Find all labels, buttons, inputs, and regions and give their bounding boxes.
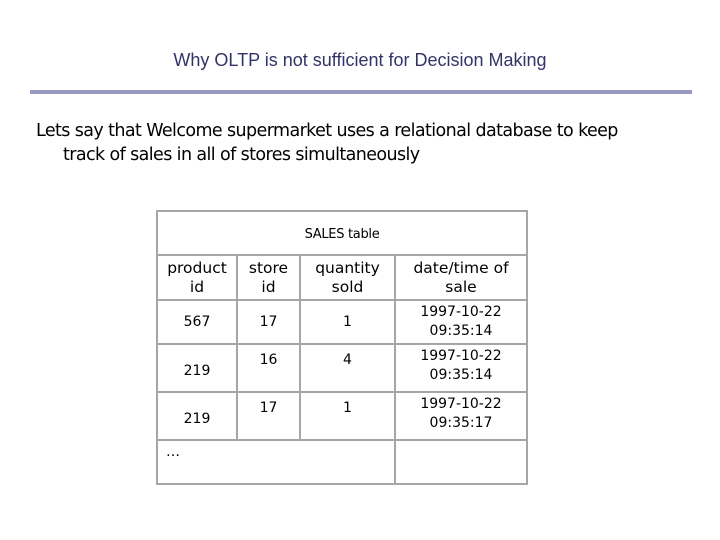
cell-date: 1997-10-22 (420, 348, 502, 364)
header-text: sold (331, 278, 364, 296)
empty-cell (394, 439, 528, 485)
cell-store-id: 17 (236, 299, 301, 345)
table-caption-row: SALES table (156, 210, 528, 256)
cell-quantity-sold: 4 (299, 343, 396, 393)
ellipsis-cell: … (156, 439, 396, 485)
cell-date: 1997-10-22 (420, 396, 502, 412)
cell-product-id: 219 (156, 343, 238, 393)
column-header-date-time: date/time of sale (394, 254, 528, 301)
cell-store-id: 16 (236, 343, 301, 393)
sales-table: SALES table product id store id quantity so… (156, 210, 528, 485)
cell-date-time: 1997-10-22 09:35:14 (394, 343, 528, 393)
cell-quantity-sold: 1 (299, 391, 396, 441)
header-text: store (248, 259, 289, 277)
header-text: product (167, 259, 227, 277)
cell-product-id: 219 (156, 391, 238, 441)
header-text: sale (445, 278, 477, 296)
header-text: id (189, 278, 205, 296)
table-row: 219 17 1 1997-10-22 09:35:17 (156, 391, 528, 441)
column-header-product-id: product id (156, 254, 238, 301)
body-line-2: track of sales in all of stores simultan… (63, 145, 420, 165)
table-caption: SALES table (156, 210, 528, 256)
table-header-row: product id store id quantity sold date/time… (156, 254, 528, 301)
table-row: 567 17 1 1997-10-22 09:35:14 (156, 299, 528, 345)
slide-title: Why OLTP is not sufficient for Decision … (0, 50, 720, 71)
cell-time: 09:35:14 (429, 367, 493, 383)
slide-body-text: Lets say that Welcome supermarket uses a… (36, 119, 696, 167)
table-row-ellipsis: … (156, 439, 528, 485)
cell-product-id: 567 (156, 299, 238, 345)
cell-time: 09:35:17 (429, 415, 493, 431)
slide-title-text: Why OLTP is not sufficient for Decision … (173, 50, 547, 70)
header-text: quantity (315, 259, 380, 277)
column-header-store-id: store id (236, 254, 301, 301)
body-line-1: Lets say that Welcome supermarket uses a… (36, 121, 618, 141)
cell-date-time: 1997-10-22 09:35:17 (394, 391, 528, 441)
cell-time: 09:35:14 (429, 323, 493, 339)
title-divider (30, 90, 692, 94)
cell-quantity-sold: 1 (299, 299, 396, 345)
header-text: id (261, 278, 276, 296)
cell-store-id: 17 (236, 391, 301, 441)
cell-date-time: 1997-10-22 09:35:14 (394, 299, 528, 345)
table-row: 219 16 4 1997-10-22 09:35:14 (156, 343, 528, 393)
cell-date: 1997-10-22 (420, 304, 502, 320)
header-text: date/time of (413, 259, 509, 277)
column-header-quantity-sold: quantity sold (299, 254, 396, 301)
